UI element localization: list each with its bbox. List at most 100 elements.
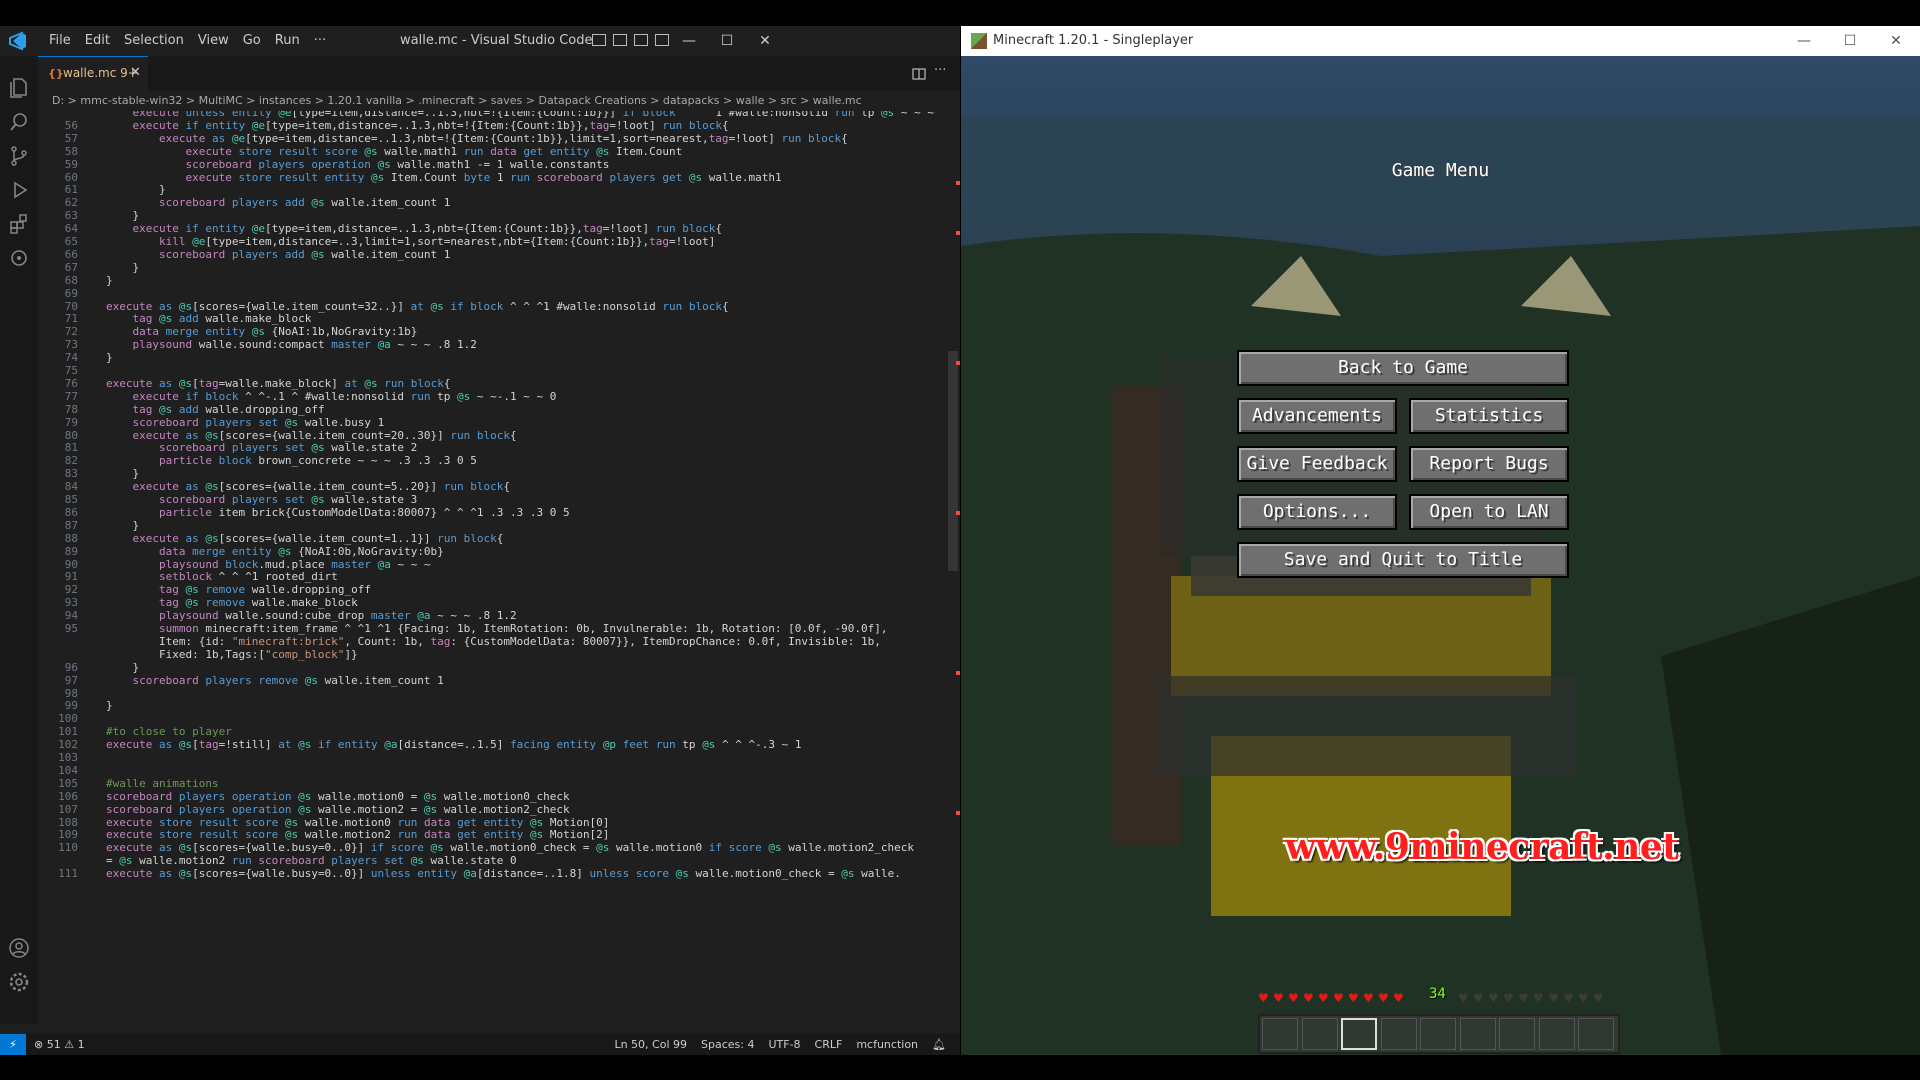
notifications-bell-icon[interactable]: 🔔︎: [932, 1034, 946, 1055]
hotbar-slot[interactable]: [1262, 1018, 1298, 1050]
more-actions-icon[interactable]: ···: [934, 63, 946, 78]
error-marker: [956, 811, 960, 815]
back-to-game-button[interactable]: Back to Game: [1237, 350, 1569, 386]
code-line[interactable]: scoreboard players add @s walle.item_cou…: [106, 195, 450, 211]
armor-icon: ♥: [1593, 991, 1604, 1005]
menu-item[interactable]: Go: [236, 26, 268, 56]
code-line[interactable]: }: [106, 698, 113, 714]
cursor-position[interactable]: Ln 50, Col 99: [614, 1034, 687, 1055]
error-marker: [956, 181, 960, 185]
problems-count[interactable]: ⊗ 51 ⚠ 1: [34, 1034, 85, 1055]
armor-bar: ♥ ♥ ♥ ♥ ♥ ♥ ♥ ♥ ♥ ♥: [1458, 992, 1607, 1004]
save-and-quit-button[interactable]: Save and Quit to Title: [1237, 542, 1569, 578]
open-to-lan-button[interactable]: Open to LAN: [1409, 494, 1569, 530]
hotbar-slot[interactable]: [1459, 1018, 1496, 1050]
toggle-secondary-sidebar-icon[interactable]: [634, 34, 648, 46]
code-line[interactable]: playsound walle.sound:compact master @a …: [106, 337, 477, 353]
code-line[interactable]: }: [106, 350, 113, 366]
tab-close-icon[interactable]: ✕: [130, 65, 141, 80]
toggle-panel-icon[interactable]: [613, 34, 627, 46]
heart-icon: ♥: [1333, 991, 1344, 1005]
code-line[interactable]: Fixed: 1b,Tags:["comp_block"]}: [106, 647, 358, 663]
close-button[interactable]: ✕: [742, 26, 788, 56]
error-marker: [956, 361, 960, 365]
minecraft-window-title: Minecraft 1.20.1 - Singleplayer: [993, 33, 1194, 48]
armor-icon: ♥: [1548, 991, 1559, 1005]
tab-label: walle.mc 9+: [63, 66, 138, 80]
mc-close-button[interactable]: ✕: [1873, 26, 1919, 56]
statistics-button[interactable]: Statistics: [1409, 398, 1569, 434]
line-ending[interactable]: CRLF: [815, 1034, 843, 1055]
menu-item[interactable]: Edit: [78, 26, 117, 56]
language-mode[interactable]: mcfunction: [856, 1034, 918, 1055]
health-bar: ♥ ♥ ♥ ♥ ♥ ♥ ♥ ♥ ♥ ♥: [1258, 992, 1407, 1004]
source-control-icon[interactable]: [7, 144, 31, 168]
toggle-sidebar-icon[interactable]: [592, 34, 606, 46]
code-line[interactable]: }: [106, 273, 113, 289]
account-icon[interactable]: [7, 936, 31, 960]
advancements-button[interactable]: Advancements: [1237, 398, 1397, 434]
editor-scrollbar[interactable]: [946, 111, 960, 1024]
settings-gear-icon[interactable]: [7, 970, 31, 994]
activity-bar: [0, 56, 38, 1024]
run-debug-icon[interactable]: [7, 178, 31, 202]
heart-icon: ♥: [1303, 991, 1314, 1005]
remote-explorer-icon[interactable]: [7, 246, 31, 270]
file-type-icon: {}: [48, 67, 64, 80]
code-line[interactable]: particle block brown_concrete ~ ~ ~ .3 .…: [106, 453, 477, 469]
menu-item[interactable]: Selection: [117, 26, 191, 56]
window-title: walle.mc - Visual Studio Code: [400, 33, 593, 48]
armor-icon: ♥: [1503, 991, 1514, 1005]
minecraft-window: Minecraft 1.20.1 - Singleplayer — ☐ ✕ Ga…: [961, 26, 1920, 1055]
status-bar: ⚡ ⊗ 51 ⚠ 1 Ln 50, Col 99 Spaces: 4 UTF-8…: [0, 1034, 960, 1055]
search-icon[interactable]: [7, 110, 31, 134]
hotbar-slot[interactable]: [1420, 1018, 1456, 1050]
split-editor-icon[interactable]: [912, 67, 926, 81]
armor-icon: ♥: [1533, 991, 1544, 1005]
mc-maximize-button[interactable]: ☐: [1827, 26, 1873, 56]
code-line[interactable]: execute as @s[tag=!still] at @s if entit…: [106, 737, 802, 753]
heart-icon: ♥: [1318, 991, 1329, 1005]
minecraft-grass-block-icon: [971, 33, 987, 49]
line-number: 95: [64, 622, 78, 635]
code-lines[interactable]: execute unless entity @e[type=item,dista…: [106, 111, 936, 1024]
minecraft-titlebar: Minecraft 1.20.1 - Singleplayer — ☐ ✕: [961, 26, 1920, 56]
tab-walle-mc[interactable]: {} walle.mc 9+ ✕: [38, 56, 148, 91]
code-line[interactable]: particle item brick{CustomModelData:8000…: [106, 505, 570, 521]
armor-icon: ♥: [1473, 991, 1484, 1005]
site-watermark: www.9minecraft.net: [1285, 826, 1679, 868]
code-editor[interactable]: 56 57 58 59 60 61 62 63 64 65 66 67 68 69 70 71 72 73 74 75…: [38, 111, 960, 1024]
hotbar-slot[interactable]: [1341, 1018, 1377, 1050]
indentation[interactable]: Spaces: 4: [701, 1034, 754, 1055]
options-button[interactable]: Options...: [1237, 494, 1397, 530]
scrollbar-thumb[interactable]: [948, 351, 958, 571]
code-line[interactable]: execute as @s[scores={walle.busy=0..0}] …: [106, 866, 901, 882]
mc-minimize-button[interactable]: —: [1781, 26, 1827, 56]
heart-icon: ♥: [1288, 991, 1299, 1005]
game-menu-title: Game Menu: [1391, 160, 1490, 181]
hotbar-slot[interactable]: [1499, 1018, 1535, 1050]
code-line[interactable]: execute store result entity @s Item.Coun…: [106, 170, 781, 186]
armor-icon: ♥: [1458, 991, 1469, 1005]
report-bugs-button[interactable]: Report Bugs: [1409, 446, 1569, 482]
menu-item[interactable]: View: [191, 26, 236, 56]
explorer-icon[interactable]: [7, 76, 31, 100]
menu-item[interactable]: File: [42, 26, 78, 56]
armor-icon: ♥: [1518, 991, 1529, 1005]
menu-item[interactable]: Run: [268, 26, 307, 56]
menu-item[interactable]: ···: [307, 26, 333, 56]
hotbar-slot[interactable]: [1380, 1018, 1417, 1050]
armor-icon: ♥: [1563, 991, 1574, 1005]
vscode-titlebar: File Edit Selection View Go Run ··· walle.mc -…: [0, 26, 960, 56]
hotbar-slot[interactable]: [1578, 1018, 1614, 1050]
extensions-icon[interactable]: [7, 212, 31, 236]
hotbar-slot[interactable]: [1301, 1018, 1338, 1050]
code-line[interactable]: scoreboard players add @s walle.item_cou…: [106, 247, 450, 263]
code-line[interactable]: scoreboard players remove @s walle.item_…: [106, 673, 444, 689]
remote-indicator-icon[interactable]: ⚡: [0, 1034, 26, 1055]
give-feedback-button[interactable]: Give Feedback: [1237, 446, 1397, 482]
breadcrumb[interactable]: D: > mmc-stable-win32 > MultiMC > instan…: [38, 91, 960, 111]
hotbar-slot[interactable]: [1538, 1018, 1575, 1050]
game-viewport[interactable]: Game Menu Back to Game Advancements Stat…: [961, 56, 1920, 1055]
encoding[interactable]: UTF-8: [768, 1034, 800, 1055]
